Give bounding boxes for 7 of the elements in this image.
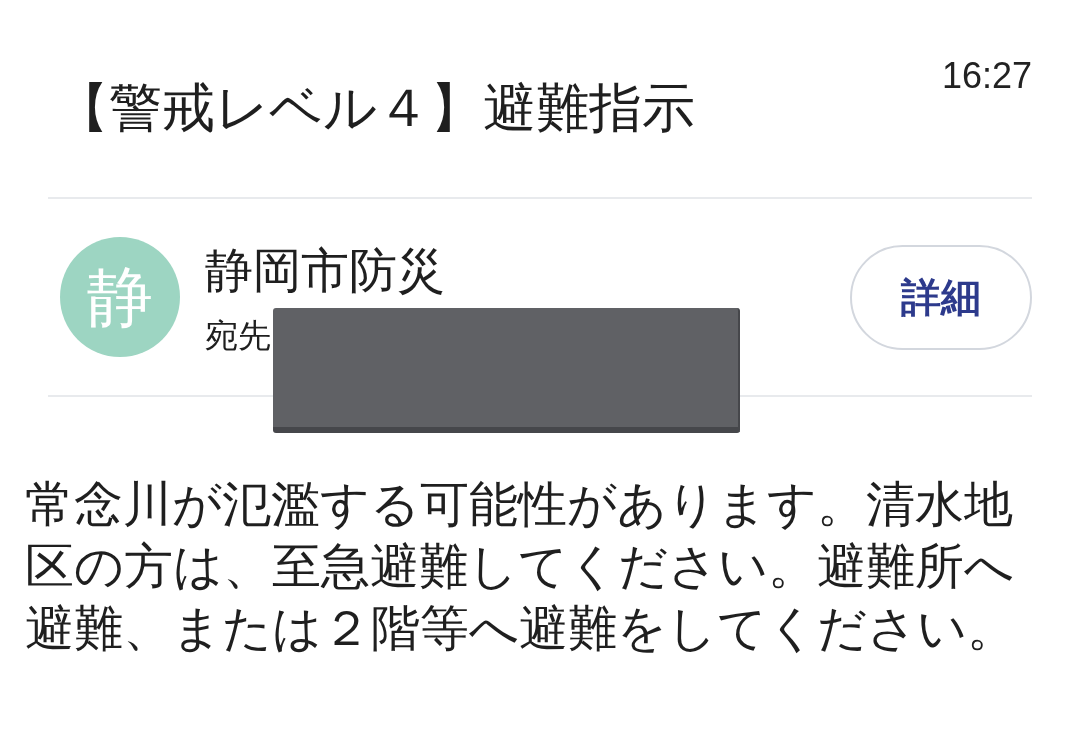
sender-name: 静岡市防災 xyxy=(205,243,445,299)
message-title: 【警戒レベル４】避難指示 xyxy=(56,77,695,139)
message-body: 常念川が氾濫する可能性があります。清水地区の方は、至急避難してください。避難所へ避難、または２階等へ避難をしてください。 xyxy=(25,476,1017,657)
details-button[interactable]: 詳細 xyxy=(850,244,1032,350)
recipient-label: 宛先 xyxy=(205,316,271,356)
message-time: 16:27 xyxy=(941,54,1032,98)
avatar-icon: 静 xyxy=(60,237,180,357)
